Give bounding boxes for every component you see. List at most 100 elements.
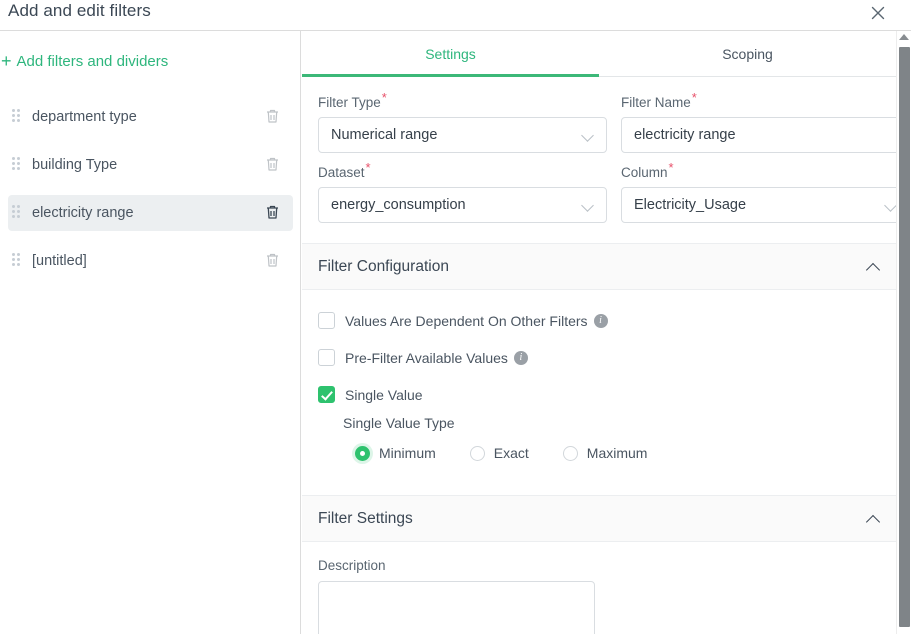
close-icon — [870, 5, 886, 21]
filter-item-label: [untitled] — [32, 253, 87, 269]
description-label: Description — [318, 558, 386, 573]
single-value-row: Single Value — [318, 386, 880, 403]
trash-icon — [265, 204, 280, 223]
chevron-up-icon[interactable] — [866, 260, 880, 274]
filter-type-field: Filter Type* Numerical range — [318, 91, 607, 153]
triangle-up-icon[interactable] — [899, 34, 909, 40]
required-asterisk: * — [381, 89, 387, 105]
single-value-label: Single Value — [345, 386, 423, 403]
radio-minimum-indicator[interactable] — [355, 445, 370, 461]
delete-filter-button[interactable] — [261, 106, 283, 128]
column-field: Column* Electricity_Usage — [621, 161, 896, 223]
tab-scoping[interactable]: Scoping — [599, 31, 896, 76]
drag-handle-icon[interactable] — [12, 157, 24, 173]
values-dependent-row: Values Are Dependent On Other Filters i — [318, 312, 880, 329]
filter-form: Filter Type* Numerical range Filter Name… — [302, 77, 896, 223]
field-grid: Filter Type* Numerical range Filter Name… — [318, 91, 896, 223]
trash-icon — [265, 252, 280, 271]
filter-type-select[interactable]: Numerical range — [318, 117, 607, 153]
chevron-down-icon — [582, 129, 594, 141]
trash-icon — [265, 156, 280, 175]
filter-name-input[interactable]: electricity range — [621, 117, 896, 153]
vertical-scrollbar[interactable] — [896, 31, 911, 634]
radio-maximum-indicator[interactable] — [562, 445, 578, 461]
radio-exact-indicator[interactable] — [469, 445, 485, 461]
list-item[interactable]: building Type — [8, 147, 293, 183]
filter-type-label: Filter Type* — [318, 91, 607, 111]
scrollbar-thumb[interactable] — [899, 47, 910, 627]
required-asterisk: * — [365, 159, 371, 175]
single-value-type-radios: Minimum Exact Maximum — [355, 445, 880, 461]
drag-handle-icon[interactable] — [12, 253, 24, 269]
values-dependent-checkbox[interactable] — [318, 312, 335, 329]
filter-type-label-text: Filter Type — [318, 95, 381, 110]
chevron-up-icon[interactable] — [866, 512, 880, 526]
filter-list: department type building Type electricit… — [0, 99, 300, 291]
single-value-type-group: Single Value Type Minimum Exact Maximum — [343, 415, 880, 461]
pre-filter-values-label: Pre-Filter Available Values — [345, 349, 508, 366]
filter-settings-body: Description — [302, 542, 896, 634]
filter-settings-title: Filter Settings — [318, 509, 413, 527]
radio-maximum-label: Maximum — [586, 445, 648, 461]
required-asterisk: * — [668, 159, 674, 175]
radio-maximum[interactable]: Maximum — [562, 445, 648, 461]
column-value: Electricity_Usage — [634, 197, 747, 213]
filter-name-value: electricity range — [634, 127, 736, 143]
filter-name-label: Filter Name* — [621, 91, 896, 111]
radio-minimum[interactable]: Minimum — [355, 445, 436, 461]
chevron-down-icon — [582, 199, 594, 211]
list-item-selected[interactable]: electricity range — [8, 195, 293, 231]
drag-handle-icon[interactable] — [12, 205, 24, 221]
add-filters-label: Add filters and dividers — [16, 52, 169, 70]
filter-item-label: electricity range — [32, 205, 134, 221]
delete-filter-button[interactable] — [261, 202, 283, 224]
column-select[interactable]: Electricity_Usage — [621, 187, 896, 223]
list-item[interactable]: [untitled] — [8, 243, 293, 279]
filter-configuration-title: Filter Configuration — [318, 257, 449, 275]
values-dependent-label: Values Are Dependent On Other Filters — [345, 312, 588, 329]
dataset-label-text: Dataset — [318, 165, 365, 180]
add-filters-and-dividers-button[interactable]: + Add filters and dividers — [0, 52, 168, 70]
radio-exact[interactable]: Exact — [469, 445, 529, 461]
radio-minimum-label: Minimum — [379, 445, 436, 461]
radio-exact-label: Exact — [493, 445, 529, 461]
filter-configuration-header[interactable]: Filter Configuration — [302, 243, 896, 290]
info-icon[interactable]: i — [513, 350, 528, 365]
required-asterisk: * — [691, 89, 697, 105]
pre-filter-values-checkbox[interactable] — [318, 349, 335, 366]
page-title: Add and edit filters — [8, 1, 151, 20]
tab-scoping-label: Scoping — [722, 45, 773, 62]
drag-handle-icon[interactable] — [12, 109, 24, 125]
pre-filter-values-row: Pre-Filter Available Values i — [318, 349, 880, 366]
single-value-checkbox[interactable] — [318, 386, 335, 403]
chevron-down-icon — [885, 199, 896, 211]
delete-filter-button[interactable] — [261, 250, 283, 272]
filter-item-label: department type — [32, 109, 137, 125]
info-icon[interactable]: i — [593, 313, 608, 328]
filter-name-label-text: Filter Name — [621, 95, 691, 110]
filters-sidebar: + Add filters and dividers department ty… — [0, 31, 301, 634]
settings-panel: Settings Scoping Filter Type* Numerical … — [302, 31, 896, 634]
delete-filter-button[interactable] — [261, 154, 283, 176]
description-input[interactable] — [318, 581, 595, 634]
tab-settings-label: Settings — [425, 45, 476, 62]
dataset-label: Dataset* — [318, 161, 607, 181]
single-value-type-label: Single Value Type — [343, 415, 455, 431]
trash-icon — [265, 108, 280, 127]
plus-icon: + — [1, 51, 12, 71]
tab-bar: Settings Scoping — [302, 31, 896, 77]
filter-type-value: Numerical range — [331, 127, 438, 143]
filter-settings-header[interactable]: Filter Settings — [302, 495, 896, 542]
close-button[interactable] — [867, 2, 889, 24]
filter-item-label: building Type — [32, 157, 118, 173]
dataset-select[interactable]: energy_consumption — [318, 187, 607, 223]
filter-name-field: Filter Name* electricity range — [621, 91, 896, 153]
tab-settings[interactable]: Settings — [302, 31, 599, 77]
modal-header: Add and edit filters — [0, 0, 911, 31]
add-edit-filters-modal: Add and edit filters + Add filters and d… — [0, 0, 911, 634]
filter-configuration-body: Values Are Dependent On Other Filters i … — [302, 290, 896, 477]
list-item[interactable]: department type — [8, 99, 293, 135]
dataset-value: energy_consumption — [331, 197, 466, 213]
dataset-field: Dataset* energy_consumption — [318, 161, 607, 223]
column-label: Column* — [621, 161, 896, 181]
